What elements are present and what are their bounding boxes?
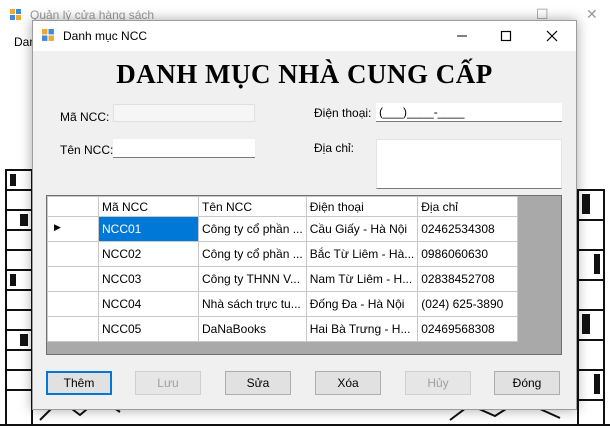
dia-chi-label: Địa chỉ:	[314, 141, 355, 155]
page-title: DANH MỤC NHÀ CUNG CẤP	[116, 59, 493, 89]
close-button[interactable]	[530, 21, 574, 51]
table-row[interactable]: NCC04 Nhà sách trực tu... Đống Đa - Hà N…	[47, 291, 519, 317]
dong-button[interactable]: Đóng	[494, 371, 560, 395]
table-cell[interactable]: Cầu Giấy - Hà Nội	[305, 216, 419, 242]
grid-corner-header[interactable]	[47, 196, 99, 217]
table-cell[interactable]: 0986060630	[417, 241, 519, 267]
table-cell[interactable]: Hai Bà Trưng - H...	[305, 316, 419, 342]
column-header-ten-ncc[interactable]: Tên NCC	[198, 196, 307, 217]
table-cell[interactable]: Công ty THNN V...	[198, 266, 307, 292]
dialog-title: Danh mục NCC	[63, 29, 148, 43]
xoa-button[interactable]: Xóa	[315, 371, 381, 395]
luu-button[interactable]: Lưu	[135, 371, 201, 395]
table-cell[interactable]: DaNaBooks	[198, 316, 307, 342]
maximize-button[interactable]	[484, 21, 528, 51]
dialog-titlebar: Danh mục NCC	[33, 21, 576, 51]
table-cell[interactable]: NCC01	[98, 216, 199, 242]
row-header[interactable]	[47, 291, 99, 317]
table-cell[interactable]: NCC03	[98, 266, 199, 292]
minimize-icon	[457, 35, 467, 37]
minimize-button[interactable]	[440, 21, 484, 51]
dien-thoai-masked-input[interactable]	[376, 103, 562, 122]
table-cell[interactable]: NCC05	[98, 316, 199, 342]
table-cell[interactable]: Công ty cổ phần ...	[198, 216, 307, 242]
table-cell[interactable]: Công ty cổ phần ...	[198, 241, 307, 267]
maximize-icon	[500, 30, 512, 42]
huy-button[interactable]: Hủy	[405, 371, 471, 395]
sua-button[interactable]: Sửa	[225, 371, 291, 395]
table-cell[interactable]: 02838452708	[417, 266, 519, 292]
column-header-dia-chi[interactable]: Địa chỉ	[417, 196, 519, 217]
table-cell[interactable]: 02469568308	[417, 316, 519, 342]
app-icon	[42, 29, 54, 41]
table-cell[interactable]: NCC04	[98, 291, 199, 317]
column-header-ma-ncc[interactable]: Mã NCC	[98, 196, 199, 217]
ten-ncc-label: Tên NCC:	[60, 143, 114, 157]
grid-header-row: Mã NCC Tên NCC Điện thoại Địa chỉ	[47, 196, 519, 217]
ma-ncc-label: Mã NCC:	[60, 110, 110, 124]
row-header[interactable]	[47, 266, 99, 292]
dia-chi-textarea[interactable]	[376, 139, 562, 189]
table-row[interactable]: ▶ NCC01 Công ty cổ phần ... Cầu Giấy - H…	[47, 216, 519, 242]
table-row[interactable]: NCC03 Công ty THNN V... Nam Từ Liêm - H.…	[47, 266, 519, 292]
ncc-data-grid[interactable]: Mã NCC Tên NCC Điện thoại Địa chỉ ▶ NCC0…	[46, 195, 562, 355]
app-icon	[10, 9, 21, 20]
column-header-dien-thoai[interactable]: Điện thoại	[305, 196, 419, 217]
ma-ncc-input[interactable]	[113, 104, 255, 122]
row-header[interactable]: ▶	[47, 216, 99, 242]
table-cell[interactable]: (024) 625-3890	[417, 291, 519, 317]
table-cell[interactable]: NCC02	[98, 241, 199, 267]
ncc-table: Mã NCC Tên NCC Điện thoại Địa chỉ ▶ NCC0…	[47, 196, 519, 342]
current-row-arrow-icon: ▶	[54, 222, 61, 232]
close-icon	[546, 30, 558, 42]
them-button[interactable]: Thêm	[46, 371, 112, 395]
table-row[interactable]: NCC05 DaNaBooks Hai Bà Trưng - H... 0246…	[47, 316, 519, 342]
table-row[interactable]: NCC02 Công ty cổ phần ... Bắc Từ Liêm - …	[47, 241, 519, 267]
ncc-dialog: Danh mục NCC DANH MỤC NHÀ CUNG CẤP Mã NC…	[32, 20, 577, 410]
dien-thoai-label: Điện thoại:	[314, 106, 372, 120]
table-cell[interactable]: Đống Đa - Hà Nội	[305, 291, 419, 317]
ten-ncc-input[interactable]	[113, 139, 255, 158]
table-cell[interactable]: Nhà sách trực tu...	[198, 291, 307, 317]
row-header[interactable]	[47, 316, 99, 342]
parent-close-icon[interactable]: ✕	[586, 6, 598, 23]
table-cell[interactable]: Nam Từ Liêm - H...	[305, 266, 419, 292]
table-cell[interactable]: Bắc Từ Liêm - Hà...	[305, 241, 419, 267]
row-header[interactable]	[47, 241, 99, 267]
table-cell[interactable]: 02462534308	[417, 216, 519, 242]
